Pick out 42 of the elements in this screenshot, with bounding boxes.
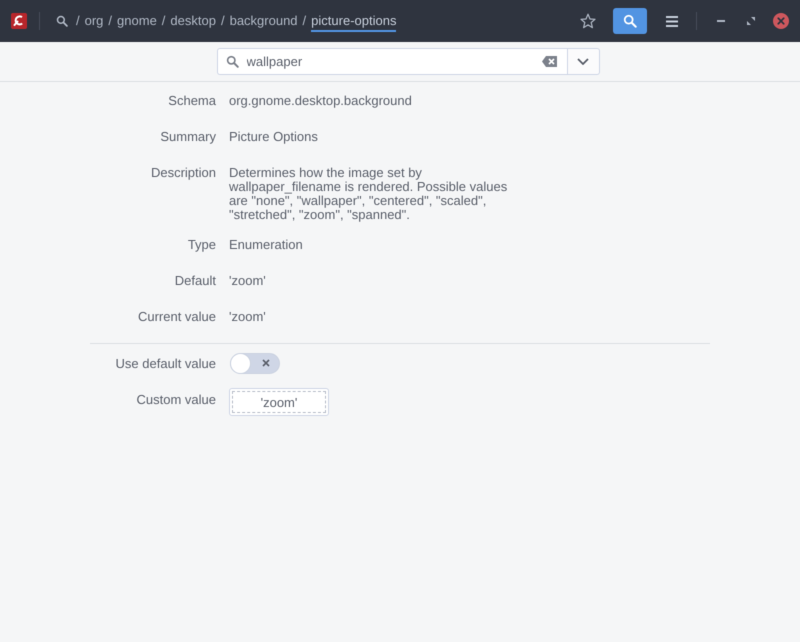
dropdown-button[interactable] xyxy=(566,48,600,75)
menu-icon xyxy=(666,16,678,26)
search-icon xyxy=(226,55,238,68)
path-separator: / xyxy=(108,12,112,30)
toggle-switch[interactable] xyxy=(230,352,280,374)
clear-icon[interactable] xyxy=(542,56,556,67)
search-button[interactable] xyxy=(613,8,647,34)
cross-icon xyxy=(262,359,270,367)
path-segment[interactable]: picture-options xyxy=(311,12,396,32)
custom-value-button[interactable]: 'zoom' xyxy=(229,388,329,416)
path-segment[interactable]: background xyxy=(230,12,298,32)
property-value: 'zoom' xyxy=(229,310,266,324)
star-icon xyxy=(580,13,596,29)
search-icon xyxy=(623,14,637,28)
magnifier-icon xyxy=(56,15,68,27)
path-segment[interactable]: gnome xyxy=(117,12,157,32)
path-separator: / xyxy=(76,12,80,30)
search-field[interactable]: wallpaper xyxy=(216,48,566,75)
chevron-down-icon xyxy=(577,58,589,65)
property-label: Default xyxy=(174,274,216,288)
path-separator: / xyxy=(220,12,225,30)
setting-label: Custom value xyxy=(136,393,216,407)
property-value: org.gnome.desktop.background xyxy=(229,94,412,108)
property-label: Type xyxy=(188,238,216,252)
path-segment[interactable]: desktop xyxy=(170,12,216,32)
property-value: Enumeration xyxy=(229,238,303,252)
property-value: Determines how the image set by wallpaper_filename is rendered. Possible values are "none", "wallpaper", "centered", "scaled", "stretched", "zoom", "spanned". xyxy=(229,166,508,222)
path-separator: / xyxy=(302,12,306,30)
minimize-icon xyxy=(717,20,725,22)
property-label: Schema xyxy=(168,94,216,108)
path-segment[interactable]: org xyxy=(84,12,104,32)
property-value: 'zoom' xyxy=(229,274,266,288)
path-separator: / xyxy=(162,12,166,30)
setting-label: Use default value xyxy=(116,357,216,371)
property-label: Current value xyxy=(138,310,216,324)
property-label: Description xyxy=(150,166,216,180)
app-icon xyxy=(11,13,27,29)
switch-knob[interactable] xyxy=(230,352,251,374)
close-icon xyxy=(773,13,789,29)
property-label: Summary xyxy=(160,130,216,144)
maximize-icon xyxy=(747,17,755,25)
property-value: Picture Options xyxy=(229,130,318,144)
